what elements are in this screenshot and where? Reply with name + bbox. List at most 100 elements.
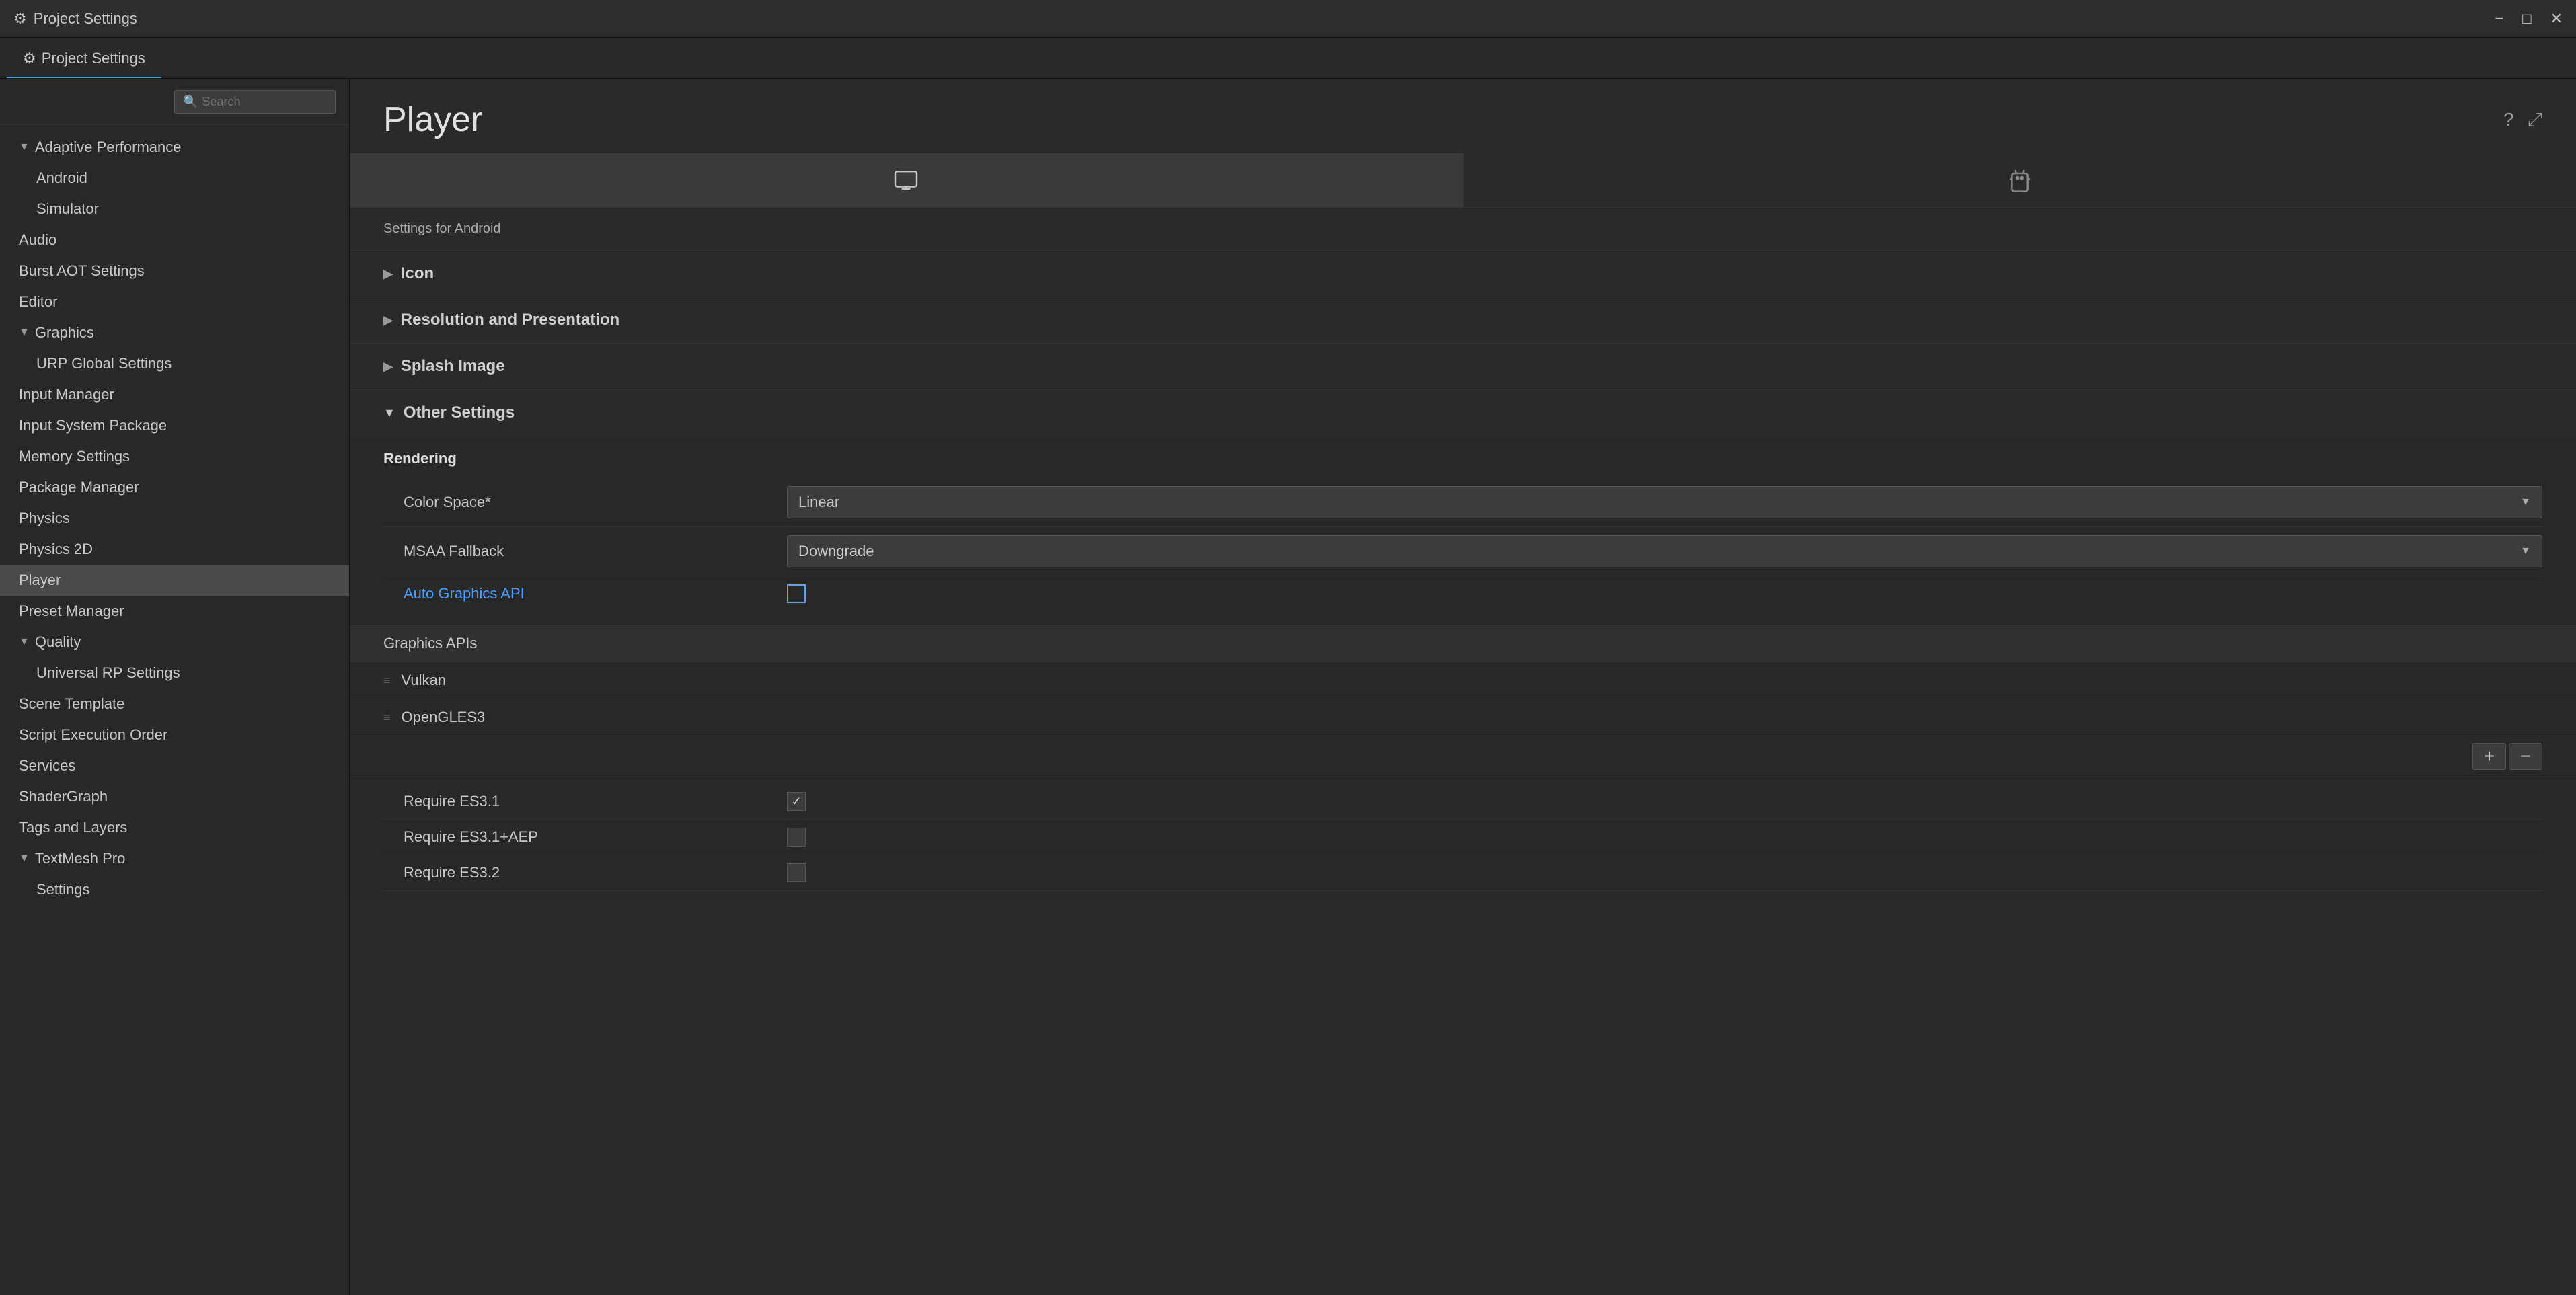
sidebar-item-simulator[interactable]: Simulator: [0, 194, 349, 225]
sidebar-item-script-execution[interactable]: Script Execution Order: [0, 719, 349, 750]
platform-tab-desktop[interactable]: [350, 153, 1464, 207]
sidebar-item-label: Simulator: [36, 200, 99, 218]
sidebar-item-editor[interactable]: Editor: [0, 286, 349, 317]
window-controls: − □ ✕: [2495, 10, 2563, 28]
expand-icon[interactable]: ⤢: [2528, 109, 2542, 131]
tab-project-settings[interactable]: ⚙ Project Settings: [7, 43, 161, 78]
require-row-es32: Require ES3.2: [383, 855, 2542, 891]
android-icon: [2008, 167, 2032, 194]
api-list: ≡ Vulkan ≡ OpenGLES3: [350, 662, 2576, 736]
search-box[interactable]: 🔍: [174, 90, 336, 114]
sidebar-item-memory-settings[interactable]: Memory Settings: [0, 441, 349, 472]
sidebar-item-shadergraph[interactable]: ShaderGraph: [0, 781, 349, 812]
require-row-es31aep: Require ES3.1+AEP: [383, 820, 2542, 855]
api-item-opengles3: ≡ OpenGLES3: [350, 699, 2576, 736]
search-area: 🔍: [0, 79, 349, 125]
sidebar-item-label: Burst AOT Settings: [19, 262, 145, 280]
section-icon-label: Icon: [401, 264, 434, 283]
sidebar-item-label: Settings: [36, 881, 90, 898]
sidebar-item-quality[interactable]: ▼ Quality: [0, 627, 349, 658]
require-es32-checkbox[interactable]: [787, 863, 806, 882]
color-space-dropdown[interactable]: Linear ▼: [787, 486, 2542, 518]
sidebar-item-preset-manager[interactable]: Preset Manager: [0, 596, 349, 627]
section-splash-header[interactable]: ▶ Splash Image: [350, 344, 2576, 390]
section-other-header[interactable]: ▼ Other Settings: [350, 390, 2576, 436]
sidebar-item-label: Universal RP Settings: [36, 664, 180, 682]
section-arrow-icon: ▼: [383, 406, 395, 420]
sidebar-item-graphics[interactable]: ▼ Graphics: [0, 317, 349, 348]
remove-api-button[interactable]: −: [2509, 743, 2542, 770]
require-section: Require ES3.1 ✓ Require ES3.1+AEP Requir…: [350, 777, 2576, 898]
sidebar-item-package-manager[interactable]: Package Manager: [0, 472, 349, 503]
auto-graphics-checkbox[interactable]: [787, 584, 806, 603]
require-es31aep-checkbox[interactable]: [787, 828, 806, 847]
search-input[interactable]: [202, 95, 327, 109]
auto-graphics-label[interactable]: Auto Graphics API: [383, 585, 787, 602]
platform-tab-android[interactable]: [1464, 153, 2576, 207]
msaa-label: MSAA Fallback: [383, 543, 787, 560]
sidebar-item-label: Scene Template: [19, 695, 124, 713]
sidebar-item-label: Audio: [19, 231, 56, 249]
section-resolution-header[interactable]: ▶ Resolution and Presentation: [350, 297, 2576, 344]
content-area: Player ? ⤢: [350, 79, 2576, 1295]
drag-handle-icon: ≡: [383, 711, 391, 725]
require-es31-checkbox[interactable]: ✓: [787, 792, 806, 811]
require-es31-label: Require ES3.1: [383, 793, 787, 810]
section-icon-header[interactable]: ▶ Icon: [350, 251, 2576, 297]
app-icon: ⚙: [13, 10, 27, 28]
sidebar-item-label: Editor: [19, 293, 57, 311]
sidebar-item-tags-and-layers[interactable]: Tags and Layers: [0, 812, 349, 843]
platform-tabs: [350, 153, 2576, 208]
api-item-label: Vulkan: [402, 672, 446, 689]
sidebar-item-universal-rp[interactable]: Universal RP Settings: [0, 658, 349, 689]
sidebar-item-adaptive-performance[interactable]: ▼ Adaptive Performance: [0, 132, 349, 163]
sidebar-item-textmesh-pro[interactable]: ▼ TextMesh Pro: [0, 843, 349, 874]
require-row-es31: Require ES3.1 ✓: [383, 784, 2542, 820]
tab-label: Project Settings: [42, 50, 145, 67]
sidebar-item-label: Input System Package: [19, 417, 167, 434]
dropdown-caret-icon: ▼: [2520, 496, 2531, 508]
rendering-label: Rendering: [383, 450, 2542, 467]
dropdown-value: Downgrade: [798, 543, 874, 560]
add-api-button[interactable]: +: [2472, 743, 2506, 770]
api-item-label: OpenGLES3: [402, 709, 486, 726]
sidebar-item-input-system[interactable]: Input System Package: [0, 410, 349, 441]
sidebar-item-urp-global[interactable]: URP Global Settings: [0, 348, 349, 379]
help-icon[interactable]: ?: [2503, 109, 2514, 131]
close-button[interactable]: ✕: [2550, 10, 2563, 28]
sidebar-item-scene-template[interactable]: Scene Template: [0, 689, 349, 719]
graphics-apis-header: Graphics APIs: [350, 625, 2576, 662]
arrow-icon: ▼: [19, 141, 30, 153]
title-bar: ⚙ Project Settings − □ ✕: [0, 0, 2576, 38]
sidebar-item-label: Physics: [19, 510, 70, 527]
other-settings-content: Rendering Color Space* Linear ▼ MSAA Fal…: [350, 436, 2576, 625]
sidebar-item-audio[interactable]: Audio: [0, 225, 349, 256]
sidebar-item-label: Memory Settings: [19, 448, 130, 465]
sidebar-item-physics[interactable]: Physics: [0, 503, 349, 534]
minimize-button[interactable]: −: [2495, 10, 2503, 28]
msaa-dropdown[interactable]: Downgrade ▼: [787, 535, 2542, 567]
maximize-button[interactable]: □: [2522, 10, 2531, 28]
arrow-icon: ▼: [19, 327, 30, 339]
sidebar-item-label: Tags and Layers: [19, 819, 127, 836]
color-space-value: Linear ▼: [787, 486, 2542, 518]
drag-handle-icon: ≡: [383, 674, 391, 688]
sidebar-item-physics-2d[interactable]: Physics 2D: [0, 534, 349, 565]
section-arrow-icon: ▶: [383, 267, 393, 281]
sidebar-item-label: Input Manager: [19, 386, 114, 403]
sidebar-item-label: Android: [36, 169, 87, 187]
app-title: Project Settings: [34, 10, 137, 28]
sidebar-item-textmesh-settings[interactable]: Settings: [0, 874, 349, 905]
sidebar-item-android[interactable]: Android: [0, 163, 349, 194]
section-other-label: Other Settings: [404, 403, 515, 422]
sidebar-item-player[interactable]: Player: [0, 565, 349, 596]
sidebar-item-services[interactable]: Services: [0, 750, 349, 781]
main-container: 🔍 ▼ Adaptive Performance Android Simulat…: [0, 79, 2576, 1295]
section-arrow-icon: ▶: [383, 360, 393, 374]
settings-for-label: Settings for Android: [350, 208, 2576, 251]
player-header-icons: ? ⤢: [2503, 109, 2542, 131]
sidebar-item-burst-aot[interactable]: Burst AOT Settings: [0, 256, 349, 286]
sidebar-item-label: Script Execution Order: [19, 726, 167, 744]
auto-graphics-checkbox-wrapper: [787, 584, 2542, 603]
sidebar-item-input-manager[interactable]: Input Manager: [0, 379, 349, 410]
